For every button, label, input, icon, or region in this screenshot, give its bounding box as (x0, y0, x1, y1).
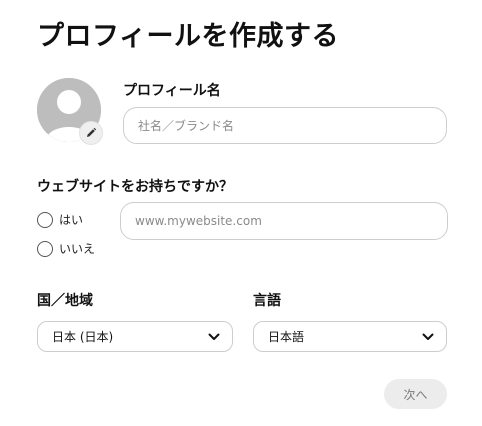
language-label: 言語 (253, 293, 281, 309)
pencil-icon (87, 127, 97, 137)
profile-name-label: プロフィール名 (123, 83, 221, 99)
country-selected-value: 日本 (日本) (52, 330, 114, 344)
website-question-label: ウェブサイトをお持ちですか？ (37, 179, 233, 195)
profile-name-placeholder: 社名／ブランド名 (138, 119, 235, 133)
website-radio-yes[interactable]: はい (37, 211, 83, 228)
website-url-placeholder: www.mywebsite.com (135, 214, 262, 228)
website-radio-no[interactable]: いいえ (37, 240, 95, 257)
country-select[interactable]: 日本 (日本) (37, 321, 233, 352)
create-profile-page: プロフィールを作成する プロフィール名 社名／ブランド名 ウェブサイトをお持ちで… (0, 0, 482, 426)
chevron-down-icon (422, 333, 434, 340)
page-title: プロフィールを作成する (37, 21, 339, 52)
radio-yes-label: はい (59, 213, 84, 227)
language-select[interactable]: 日本語 (253, 321, 447, 352)
website-url-input[interactable]: www.mywebsite.com (120, 202, 448, 240)
radio-circle-icon (37, 211, 53, 228)
edit-avatar-button[interactable] (79, 121, 103, 145)
language-selected-value: 日本語 (268, 330, 305, 344)
radio-circle-icon (37, 240, 53, 257)
radio-no-label: いいえ (59, 242, 96, 256)
chevron-down-icon (208, 333, 220, 340)
profile-name-input[interactable]: 社名／ブランド名 (123, 107, 447, 144)
country-label: 国／地域 (37, 293, 93, 309)
next-button[interactable]: 次へ (384, 379, 447, 409)
